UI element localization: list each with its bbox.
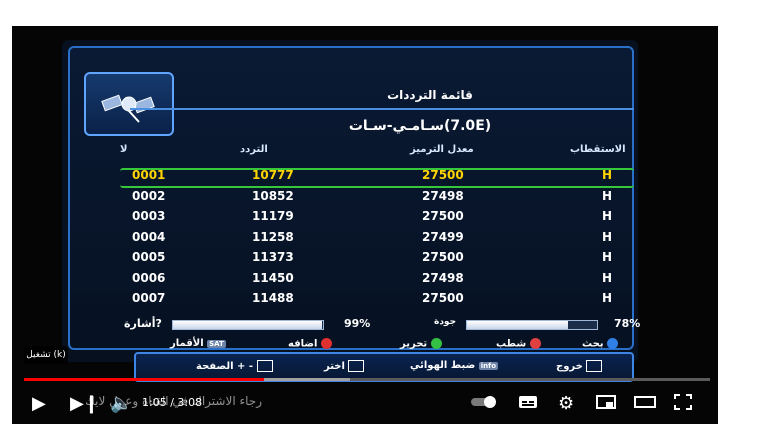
menu-title: قائمة الترددات xyxy=(387,88,473,102)
player-controls: رجاء الاشتراك في القناة وعمل لايك ▶ ▶❙ 🔈… xyxy=(12,388,718,420)
cell-polarization: H xyxy=(602,229,613,244)
cell-frequency: 11179 xyxy=(252,209,294,223)
red-key-icon xyxy=(529,338,541,349)
signal-value: 99% xyxy=(344,317,371,330)
red-key-icon xyxy=(320,338,332,349)
quality-label: جودة xyxy=(434,317,457,327)
transponder-table: 0001 10777 27500 H 0002 10852 27498 H 00… xyxy=(120,166,634,310)
tv-screen: قائمة الترددات سـامـي-سـات(7.0E) لا التر… xyxy=(62,40,640,382)
cell-frequency: 11258 xyxy=(252,229,294,244)
cell-symbol-rate: 27500 xyxy=(422,291,464,305)
legend-edit: تحرير xyxy=(400,338,442,350)
signal-meter-fill xyxy=(173,321,322,329)
cell-symbol-rate: 27499 xyxy=(422,229,464,244)
legend-search: بحث xyxy=(582,338,619,350)
footer-select: اختر xyxy=(324,360,365,372)
quality-value: 78% xyxy=(614,317,641,330)
cell-polarization: H xyxy=(602,209,613,223)
cell-polarization: H xyxy=(602,188,613,203)
table-row[interactable]: 0006 11450 27498 H xyxy=(122,269,630,290)
cell-polarization: H xyxy=(602,250,613,264)
fullscreen-icon[interactable] xyxy=(674,394,692,415)
cell-polarization: H xyxy=(602,270,613,285)
play-icon[interactable]: ▶ xyxy=(32,394,46,414)
play-tooltip-badge: تشغيل (k) xyxy=(24,346,68,364)
exit-icon xyxy=(586,360,603,372)
legend-delete: شطب xyxy=(496,338,541,350)
cell-no: 0005 xyxy=(132,250,166,264)
table-row[interactable]: 0007 11488 27500 H xyxy=(122,289,630,310)
next-icon[interactable]: ▶❙ xyxy=(70,394,99,414)
signal-quality-bar: أشارة? 99% جودة 78% xyxy=(122,316,642,332)
table-row[interactable]: 0002 10852 27498 H xyxy=(122,187,630,208)
progress-bar[interactable] xyxy=(24,378,710,381)
header-divider xyxy=(130,108,634,110)
cell-frequency: 11450 xyxy=(252,270,294,285)
progress-played xyxy=(24,378,265,381)
table-row[interactable]: 0005 11373 27500 H xyxy=(122,248,630,269)
footer-page: الصفحة + - xyxy=(196,360,273,372)
cell-symbol-rate: 27498 xyxy=(422,188,464,203)
cell-no: 0006 xyxy=(132,270,166,285)
color-key-legend: الأقمار SAT اضافه تحرير شطب بحث xyxy=(130,336,630,352)
signal-meter xyxy=(172,320,324,330)
blue-key-icon xyxy=(607,338,619,349)
legend-satellites: الأقمار SAT xyxy=(170,338,226,349)
receiver-menu: قائمة الترددات سـامـي-سـات(7.0E) لا التر… xyxy=(68,46,640,382)
quality-meter xyxy=(466,320,598,330)
signal-label: أشارة? xyxy=(124,317,162,330)
settings-gear-icon[interactable]: ⚙ xyxy=(558,394,574,414)
cell-frequency: 10777 xyxy=(252,168,294,182)
cell-no: 0002 xyxy=(132,188,166,203)
autoplay-toggle-icon[interactable] xyxy=(470,394,498,415)
volume-icon[interactable]: 🔈 xyxy=(110,394,132,414)
column-symbol-rate: معدل الترميز xyxy=(410,144,474,155)
cell-polarization: H xyxy=(602,291,613,305)
table-row[interactable]: 0001 10777 27500 H xyxy=(120,166,634,188)
subtitles-icon[interactable] xyxy=(518,394,538,415)
table-row[interactable]: 0003 11179 27500 H xyxy=(122,207,630,228)
cell-no: 0003 xyxy=(132,209,166,223)
green-key-icon xyxy=(430,338,442,349)
cell-symbol-rate: 27500 xyxy=(422,250,464,264)
miniplayer-icon[interactable] xyxy=(596,394,616,415)
cell-no: 0004 xyxy=(132,229,166,244)
table-row[interactable]: 0004 11258 27499 H xyxy=(122,228,630,249)
enter-icon xyxy=(348,360,365,372)
theater-mode-icon[interactable] xyxy=(634,394,656,415)
sat-key-icon: SAT xyxy=(207,340,226,348)
column-no: لا xyxy=(120,144,128,155)
satellite-icon xyxy=(84,72,174,136)
cell-symbol-rate: 27498 xyxy=(422,270,464,285)
cell-no: 0001 xyxy=(132,168,166,182)
time-display: 1:05 / 3:08 xyxy=(142,396,203,409)
cell-frequency: 11488 xyxy=(252,291,294,305)
cell-symbol-rate: 27500 xyxy=(422,168,464,182)
video-player[interactable]: قائمة الترددات سـامـي-سـات(7.0E) لا التر… xyxy=(12,26,718,424)
satellite-name: سـامـي-سـات(7.0E) xyxy=(348,118,492,134)
cell-polarization: H xyxy=(602,168,613,182)
page-icon xyxy=(256,360,273,372)
cell-frequency: 10852 xyxy=(252,188,294,203)
cell-symbol-rate: 27500 xyxy=(422,209,464,223)
column-polarization: الاستقطاب xyxy=(570,144,626,155)
footer-exit: خروج xyxy=(556,360,603,372)
footer-antenna: ضبط الهوائي info xyxy=(410,360,499,371)
quality-meter-fill xyxy=(467,321,569,329)
cell-no: 0007 xyxy=(132,291,166,305)
legend-add: اضافه xyxy=(288,338,332,350)
cell-frequency: 11373 xyxy=(252,250,294,264)
info-key-icon: info xyxy=(478,362,499,370)
column-frequency: التردد xyxy=(240,144,268,155)
